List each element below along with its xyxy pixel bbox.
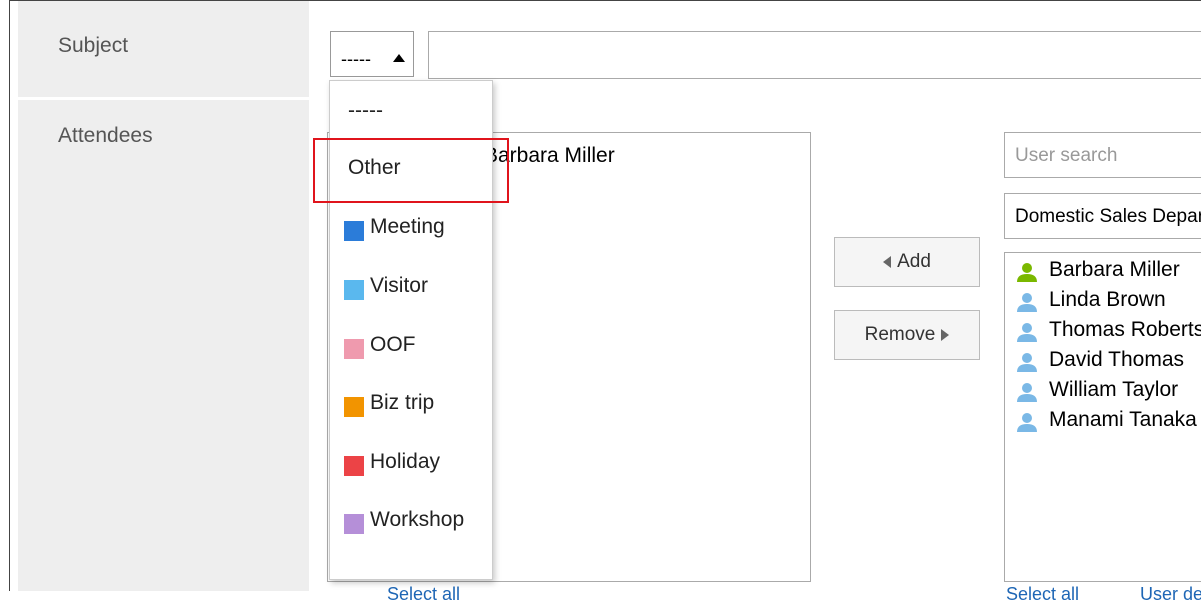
holiday-color-swatch xyxy=(344,456,364,476)
dropdown-option-label: Meeting xyxy=(370,215,445,238)
user-icon xyxy=(1017,353,1037,372)
user-icon-head xyxy=(1022,383,1032,393)
user-icon xyxy=(1017,413,1037,432)
workshop-color-swatch xyxy=(344,514,364,534)
user-icon-body xyxy=(1017,394,1037,402)
user-search-placeholder: User search xyxy=(1015,145,1118,166)
user-icon-head xyxy=(1022,323,1032,333)
dropdown-option-meeting[interactable]: Meeting xyxy=(330,207,492,247)
dropdown-option-label: OOF xyxy=(370,333,416,356)
dropdown-option-holiday[interactable]: Holiday xyxy=(330,442,492,482)
user-icon-body xyxy=(1017,334,1037,342)
add-button[interactable]: Add xyxy=(834,237,980,287)
group-select[interactable]: Domestic Sales Department xyxy=(1004,193,1201,239)
user-icon-head xyxy=(1022,263,1032,273)
dropdown-option-biz-trip[interactable]: Biz trip xyxy=(330,383,492,423)
user-details-link[interactable]: User details xyxy=(1140,584,1201,605)
oof-color-swatch xyxy=(344,339,364,359)
dropdown-option-label: Holiday xyxy=(370,450,441,473)
dropdown-option-visitor[interactable]: Visitor xyxy=(330,266,492,306)
user-name: Barbara Miller xyxy=(1049,258,1180,281)
dropdown-option-label: Visitor xyxy=(370,274,428,297)
user-icon-body xyxy=(1017,364,1037,372)
remove-button-label: Remove xyxy=(864,324,936,345)
user-name: Manami Tanaka xyxy=(1049,408,1197,431)
user-icon xyxy=(1017,383,1037,402)
subject-menu-select[interactable]: ----- xyxy=(330,31,414,77)
subject-input[interactable] xyxy=(428,31,1201,79)
users-select-all-link[interactable]: Select all xyxy=(1006,584,1079,605)
visitor-color-swatch xyxy=(344,280,364,300)
user-name: William Taylor xyxy=(1049,378,1179,401)
user-icon xyxy=(1017,293,1037,312)
group-select-value: Domestic Sales Department xyxy=(1015,206,1201,227)
user-icon-head xyxy=(1022,353,1032,363)
user-icon-body xyxy=(1017,274,1037,282)
subject-label-cell: Subject xyxy=(18,1,309,97)
user-icon-body xyxy=(1017,424,1037,432)
attendees-label: Attendees xyxy=(58,124,153,147)
attendees-label-cell: Attendees xyxy=(18,100,309,591)
meeting-color-swatch xyxy=(344,221,364,241)
dropdown-option-label: ----- xyxy=(348,99,383,122)
user-name: David Thomas xyxy=(1049,348,1185,371)
attendees-select-all-link[interactable]: Select all xyxy=(387,584,460,605)
user-name: Linda Brown xyxy=(1049,288,1166,311)
remove-button[interactable]: Remove xyxy=(834,310,980,360)
caret-right-icon xyxy=(941,328,950,341)
user-icon-body xyxy=(1017,304,1037,312)
dropdown-option-oof[interactable]: OOF xyxy=(330,325,492,365)
caret-up-icon xyxy=(393,54,405,62)
user-icon xyxy=(1017,323,1037,342)
subject-menu-value: ----- xyxy=(341,49,371,69)
dropdown-option-label: Workshop xyxy=(370,508,465,531)
dropdown-option-none[interactable]: ----- xyxy=(330,91,492,131)
user-active-icon xyxy=(1017,263,1037,282)
caret-left-icon xyxy=(883,255,892,268)
user-list[interactable]: Barbara Miller Linda Brown Thomas Robert… xyxy=(1004,252,1201,582)
highlight-box xyxy=(313,138,509,203)
user-icon-head xyxy=(1022,413,1032,423)
dropdown-option-workshop[interactable]: Workshop xyxy=(330,500,492,540)
subject-label: Subject xyxy=(58,34,129,57)
dropdown-option-label: Biz trip xyxy=(370,391,435,414)
biz-trip-color-swatch xyxy=(344,397,364,417)
user-search-input[interactable]: User search xyxy=(1004,132,1201,178)
user-name: Thomas Roberts xyxy=(1049,318,1201,341)
user-icon-head xyxy=(1022,293,1032,303)
add-button-label: Add xyxy=(897,251,931,272)
